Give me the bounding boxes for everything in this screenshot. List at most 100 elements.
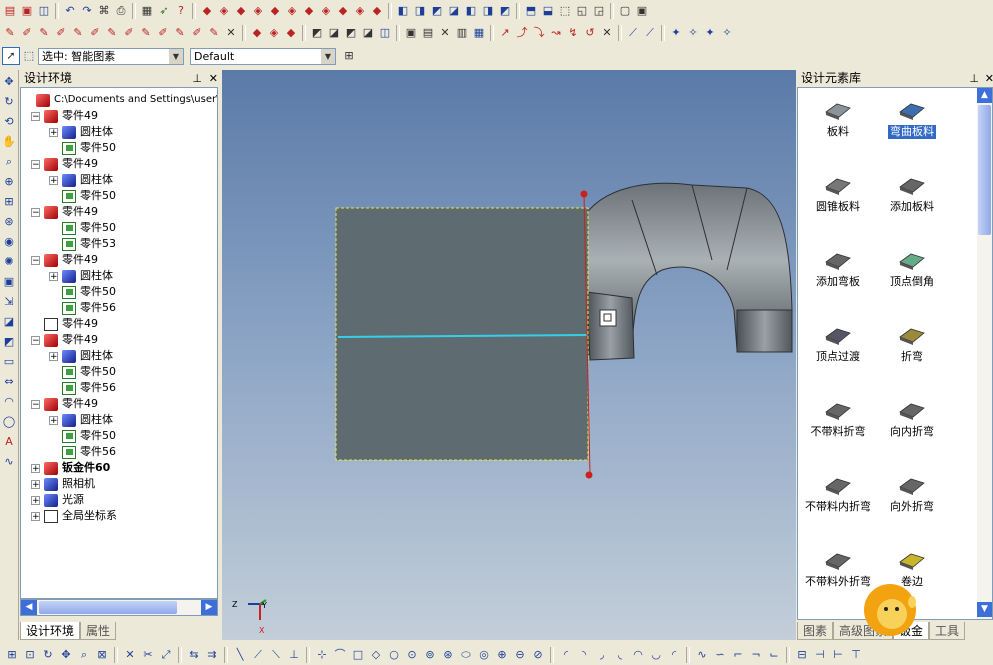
curve-icon-6[interactable]: ↺ — [582, 25, 598, 41]
library-vertical-scrollbar[interactable]: ▲ ▼ — [977, 88, 992, 619]
library-element[interactable]: 板料 — [798, 96, 878, 139]
arc-2-icon[interactable]: ◝ — [576, 647, 592, 663]
expand-icon[interactable]: + — [31, 463, 40, 473]
tree-node[interactable]: 零件50 — [62, 188, 116, 204]
walk-icon[interactable]: ⇲ — [1, 294, 17, 310]
bottom-handle[interactable] — [585, 471, 593, 479]
rotate-icon[interactable]: ↻ — [1, 94, 17, 110]
curve-icon-5[interactable]: ↯ — [565, 25, 581, 41]
tangent-icon[interactable]: ⌒ — [332, 647, 348, 663]
close-icon[interactable]: ✕ — [985, 70, 993, 87]
expand-icon[interactable]: + — [31, 511, 40, 521]
edit-icon-13[interactable]: ✎ — [206, 25, 222, 41]
close-icon[interactable]: ✕ — [209, 70, 218, 87]
tree-horizontal-scrollbar[interactable]: ◀ ▶ — [20, 599, 218, 616]
fit-view-icon[interactable]: ⊞ — [1, 194, 17, 210]
library-element[interactable]: 向外折弯 — [872, 471, 952, 514]
tree-node[interactable]: − 零件49 — [31, 108, 98, 124]
zoom-view-icon[interactable]: ⌕ — [76, 647, 92, 663]
scroll-left-icon[interactable]: ◀ — [21, 600, 37, 615]
corner-3-icon[interactable]: ⌙ — [766, 647, 782, 663]
collapse-icon[interactable]: − — [31, 335, 40, 345]
library-element[interactable]: 圆锥板料 — [798, 171, 878, 214]
tree-node[interactable]: + 光源 — [31, 492, 84, 508]
tree-node[interactable]: − 零件49 — [31, 204, 98, 220]
dimension-tool-icon[interactable]: ⊟ — [794, 647, 810, 663]
shape-icon-9[interactable]: ◆ — [335, 3, 351, 19]
surface-icon-4[interactable]: ◪ — [360, 25, 376, 41]
constraint-3-icon[interactable]: ⊤ — [848, 647, 864, 663]
expand-icon[interactable]: + — [49, 415, 58, 425]
window-icon-1[interactable]: ▢ — [617, 3, 633, 19]
arc-3-icon[interactable]: ◞ — [594, 647, 610, 663]
blue-shape-icon-3[interactable]: ◩ — [429, 3, 445, 19]
tree-node[interactable]: 零件50 — [62, 220, 116, 236]
scroll-thumb[interactable] — [39, 601, 177, 614]
target-icon[interactable]: ⊛ — [1, 214, 17, 230]
library-element[interactable]: 顶点过渡 — [798, 321, 878, 364]
constraint-icon[interactable]: ⊣ — [812, 647, 828, 663]
cross-icon[interactable]: ✕ — [122, 647, 138, 663]
tool-icon-1[interactable]: ▣ — [403, 25, 419, 41]
tree-node[interactable]: 零件53 — [62, 236, 116, 252]
library-element[interactable]: 不带料折弯 — [798, 396, 878, 439]
bent-pipe-model[interactable] — [581, 182, 793, 361]
scroll-right-icon[interactable]: ▶ — [201, 600, 217, 615]
line-icon[interactable]: ╲ — [232, 647, 248, 663]
circle-tangent-icon[interactable]: ⊛ — [440, 647, 456, 663]
shape-icon-6[interactable]: ◈ — [284, 3, 300, 19]
tab-primitives[interactable]: 图素 — [797, 622, 834, 640]
render-icon[interactable]: ▣ — [1, 274, 17, 290]
view-icon-3[interactable]: ⬚ — [557, 3, 573, 19]
surface-icon-1[interactable]: ◩ — [309, 25, 325, 41]
curve-icon-1[interactable]: ↗ — [497, 25, 513, 41]
library-element[interactable]: 顶点倒角 — [872, 246, 952, 289]
extend-icon[interactable]: ⤢ — [158, 647, 174, 663]
blue-shape-icon-1[interactable]: ◧ — [395, 3, 411, 19]
circle-tan-4-icon[interactable]: ⊘ — [530, 647, 546, 663]
view-icon-5[interactable]: ◲ — [591, 3, 607, 19]
library-element[interactable]: 不带料内折弯 — [798, 471, 878, 514]
edit-icon-7[interactable]: ✎ — [104, 25, 120, 41]
misc-icon-1[interactable]: ✦ — [668, 25, 684, 41]
curve-tool-icon[interactable]: ∿ — [1, 454, 17, 470]
zoom-icon[interactable]: ⌕ — [1, 154, 17, 170]
blue-shape-icon-5[interactable]: ◧ — [463, 3, 479, 19]
undo-icon[interactable]: ↶ — [62, 3, 78, 19]
collapse-icon[interactable]: − — [31, 159, 40, 169]
chevron-down-icon[interactable]: ▼ — [321, 48, 335, 64]
edit-icon-12[interactable]: ✐ — [189, 25, 205, 41]
tree-node[interactable]: − 零件49 — [31, 396, 98, 412]
view-icon-1[interactable]: ⬒ — [523, 3, 539, 19]
circle-icon[interactable]: ○ — [386, 647, 402, 663]
shape-icon-4[interactable]: ◈ — [250, 3, 266, 19]
edit-icon-10[interactable]: ✐ — [155, 25, 171, 41]
new-doc-icon[interactable]: ▤ — [2, 3, 18, 19]
mirror-icon[interactable]: ⇆ — [186, 647, 202, 663]
tab-design-environment[interactable]: 设计环境 — [20, 622, 81, 640]
scroll-down-icon[interactable]: ▼ — [977, 602, 992, 617]
grid-snap-icon[interactable]: ⊞ — [4, 647, 20, 663]
text-tool-icon[interactable]: A — [1, 434, 17, 450]
tree-node[interactable]: − 零件49 — [31, 252, 98, 268]
camera-tool-icon[interactable]: ◉ — [1, 234, 17, 250]
misc-icon-4[interactable]: ✧ — [719, 25, 735, 41]
expand-icon[interactable]: + — [31, 479, 40, 489]
style-combo[interactable]: Default ▼ — [190, 47, 336, 65]
edit-handle-icon[interactable] — [599, 309, 617, 327]
dimension-icon[interactable]: ⇔ — [1, 374, 17, 390]
tree-structure-icon[interactable]: ⊞ — [341, 48, 357, 64]
blue-shape-icon-4[interactable]: ◪ — [446, 3, 462, 19]
pin-icon[interactable]: ⊥ — [192, 70, 202, 87]
zoom-window-icon[interactable]: ⊕ — [1, 174, 17, 190]
tree-node[interactable]: + 圆柱体 — [49, 348, 113, 364]
shape-icon-1[interactable]: ◆ — [199, 3, 215, 19]
selection-filter-combo[interactable]: 选中: 智能图素 ▼ — [38, 47, 184, 65]
ellipse-icon[interactable]: ⬭ — [458, 647, 474, 663]
construction-line-icon[interactable]: ⟍ — [268, 647, 284, 663]
polyline-icon[interactable]: ⟋ — [250, 647, 266, 663]
library-element[interactable]: 添加板料 — [872, 171, 952, 214]
shape-icon-3[interactable]: ◆ — [233, 3, 249, 19]
edit-icon-3[interactable]: ✎ — [36, 25, 52, 41]
blue-shape-icon-6[interactable]: ◨ — [480, 3, 496, 19]
